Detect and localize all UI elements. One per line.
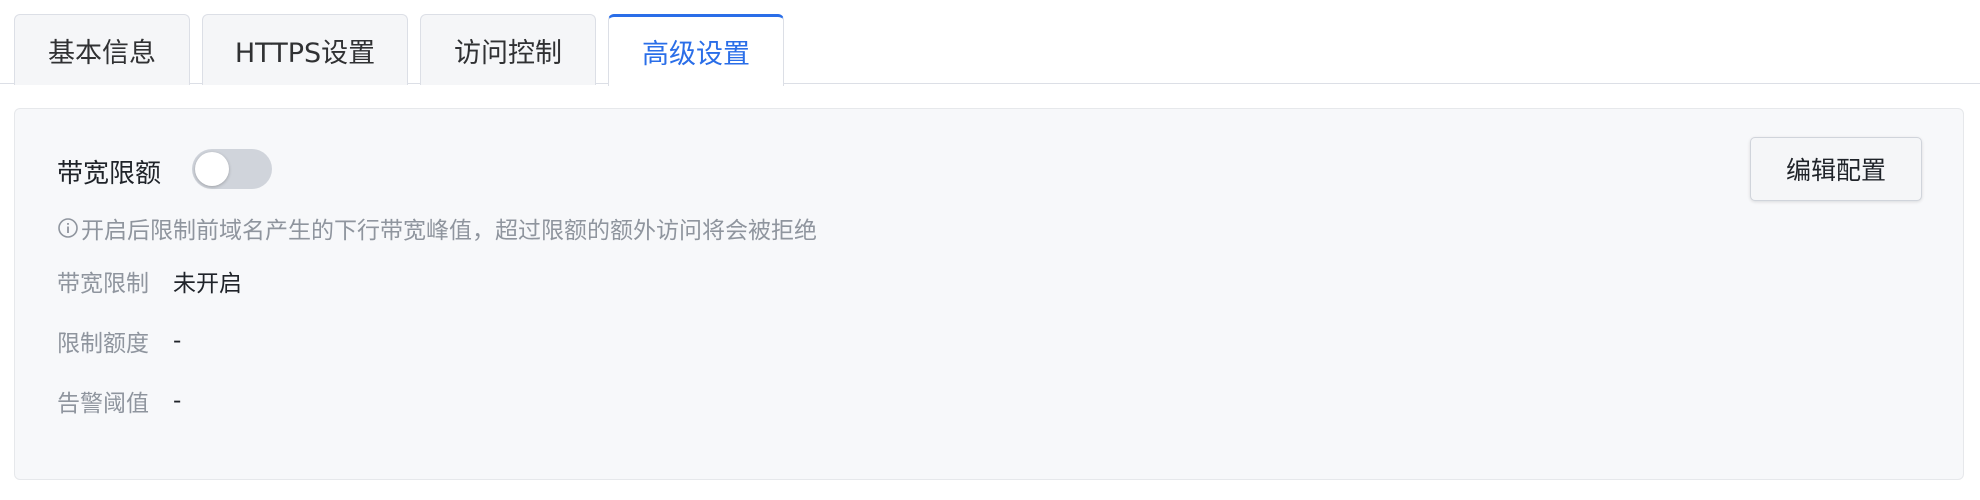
toggle-knob [195,152,229,186]
alert-threshold-label: 告警阈值 [57,391,149,417]
bandwidth-limit-panel: 带宽限额 开启后限制前域名产生的下行带宽峰值，超过限额的额外访问将会被拒绝 带宽… [14,108,1964,480]
info-circle-icon [58,218,78,238]
tab-bar: 基本信息 HTTPS设置 访问控制 高级设置 [0,0,1980,86]
bandwidth-limit-label: 带宽限制 [57,271,149,297]
alert-threshold-value: - [173,388,182,414]
limit-quota-row: 限制额度 - [57,324,181,358]
bandwidth-limit-value: 未开启 [173,271,242,297]
tab-https-settings[interactable]: HTTPS设置 [202,14,408,85]
limit-quota-label: 限制额度 [57,331,149,357]
limit-quota-value: - [173,328,182,354]
bandwidth-hint-text: 开启后限制前域名产生的下行带宽峰值，超过限额的额外访问将会被拒绝 [81,218,817,244]
bandwidth-limit-row: 带宽限制 未开启 [57,264,242,298]
bandwidth-limit-title: 带宽限额 [57,159,162,189]
tab-advanced-settings[interactable]: 高级设置 [608,14,784,86]
edit-config-button[interactable]: 编辑配置 [1750,137,1922,201]
tab-access-control[interactable]: 访问控制 [420,14,596,85]
bandwidth-limit-toggle[interactable] [192,149,272,189]
bandwidth-hint: 开启后限制前域名产生的下行带宽峰值，超过限额的额外访问将会被拒绝 [57,211,817,245]
alert-threshold-row: 告警阈值 - [57,384,181,418]
tab-basic-info[interactable]: 基本信息 [14,14,190,85]
